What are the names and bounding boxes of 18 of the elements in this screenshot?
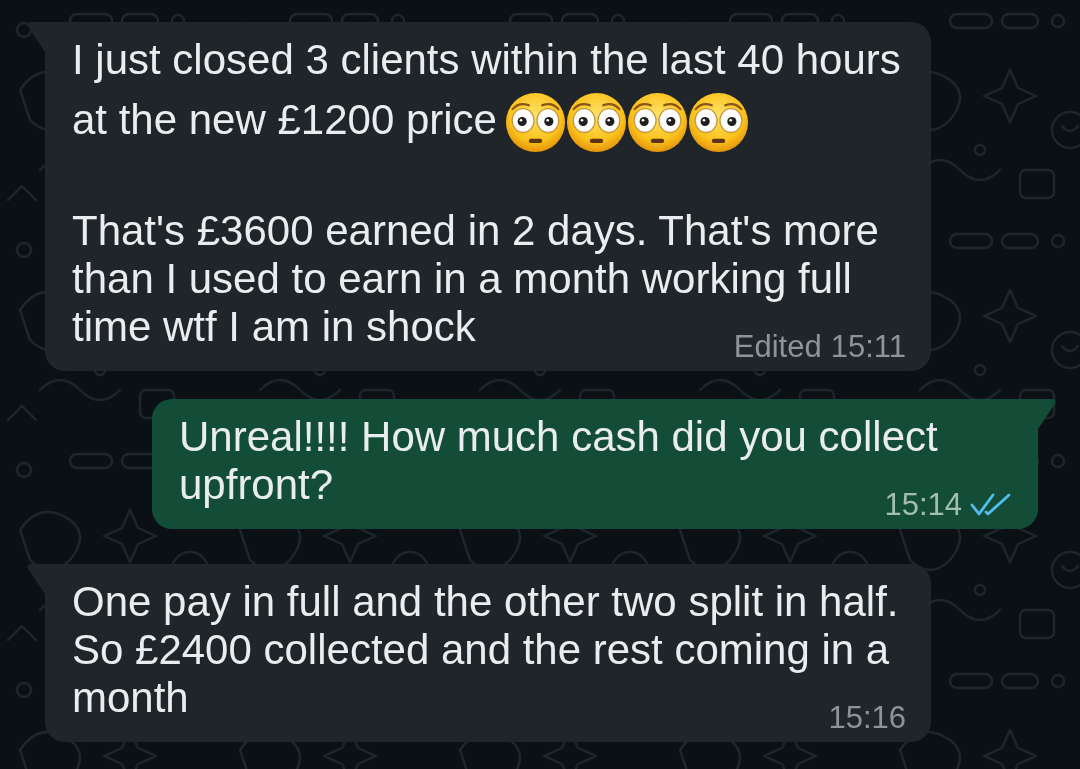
message-text: at the new £1200 price bbox=[72, 96, 497, 143]
edited-label: Edited bbox=[733, 330, 822, 365]
flushed-face-icon bbox=[626, 92, 688, 154]
message-text: So £2400 collected and the rest coming in a bbox=[72, 626, 890, 674]
flushed-face-icon bbox=[504, 92, 566, 154]
message-time: 15:16 bbox=[828, 701, 906, 736]
message-time: 15:11 bbox=[830, 330, 906, 365]
message-text: That's £3600 earned in 2 days. That's more bbox=[72, 207, 879, 255]
message-text: I just closed 3 clients within the last 40 hours bbox=[72, 36, 901, 83]
message-text: One pay in full and the other two split in half. bbox=[72, 578, 899, 626]
flushed-face-icon bbox=[687, 92, 749, 154]
message-text: time wtf I am in shock bbox=[72, 303, 476, 351]
message-text: upfront? bbox=[179, 461, 334, 509]
message-text: month bbox=[72, 674, 189, 722]
message-time: 15:14 bbox=[884, 488, 962, 523]
message-text: Unreal!!!! How much cash did you collect bbox=[179, 413, 938, 461]
flushed-face-icon bbox=[565, 92, 627, 154]
message-text: than I used to earn in a month working full bbox=[72, 255, 852, 303]
